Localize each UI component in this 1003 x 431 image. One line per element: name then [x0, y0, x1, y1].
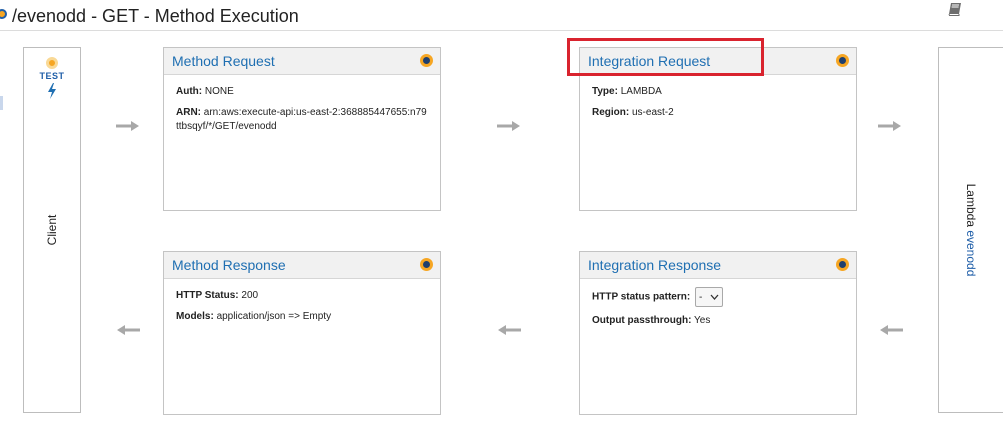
region-label: Region:	[592, 107, 630, 118]
page-title: /evenodd - GET - Method Execution	[12, 6, 299, 26]
models-value: application/json => Empty	[216, 311, 332, 322]
panel-body: Type: LAMBDA Region: us-east-2	[580, 75, 856, 120]
passthrough-row: Output passthrough: Yes	[592, 314, 844, 328]
status-pattern-value: -	[698, 292, 703, 303]
status-dot-icon[interactable]	[836, 54, 849, 67]
type-row: Type: LAMBDA	[592, 85, 844, 99]
status-dot-icon	[46, 57, 58, 69]
region-value: us-east-2	[632, 107, 674, 118]
lambda-prefix: Lambda	[964, 183, 978, 231]
lightning-bolt-icon	[48, 83, 56, 99]
integration-response-panel: Integration Response HTTP status pattern…	[579, 251, 857, 415]
type-value: LAMBDA	[620, 86, 662, 97]
arn-label: ARN:	[176, 107, 201, 118]
lambda-label: Lambda evenodd	[964, 184, 978, 277]
method-request-link[interactable]: Method Request	[172, 53, 275, 69]
http-status-label: HTTP Status:	[176, 290, 239, 301]
status-dot-icon[interactable]	[836, 258, 849, 271]
lambda-box: Lambda evenodd	[938, 47, 1003, 413]
status-pattern-row: HTTP status pattern: -	[592, 287, 844, 307]
client-label: Client	[45, 214, 59, 246]
arrow-left-icon	[880, 325, 903, 335]
resource-dot-icon	[0, 9, 7, 19]
arrow-left-icon	[498, 325, 521, 335]
status-dot-icon[interactable]	[420, 258, 433, 271]
status-dot-icon[interactable]	[420, 54, 433, 67]
auth-row: Auth: NONE	[176, 85, 428, 99]
models-label: Models:	[176, 311, 214, 322]
title-bar: /evenodd - GET - Method Execution	[0, 0, 1003, 34]
chevron-down-icon	[710, 294, 719, 300]
method-response-panel: Method Response HTTP Status: 200 Models:…	[163, 251, 441, 415]
status-pattern-select[interactable]: -	[694, 287, 723, 307]
integration-response-link[interactable]: Integration Response	[588, 257, 721, 273]
panel-body: HTTP Status: 200 Models: application/jso…	[164, 279, 440, 324]
arrow-left-icon	[117, 325, 140, 335]
models-row: Models: application/json => Empty	[176, 310, 428, 324]
method-request-panel: Method Request Auth: NONE ARN: arn:aws:e…	[163, 47, 441, 211]
book-icon[interactable]	[947, 2, 963, 16]
highlight-box	[567, 38, 764, 76]
arn-value: arn:aws:execute-api:us-east-2:3688854476…	[176, 107, 427, 132]
panel-body: Auth: NONE ARN: arn:aws:execute-api:us-e…	[164, 75, 440, 134]
test-button[interactable]: TEST	[24, 57, 80, 99]
panel-header: Integration Response	[580, 252, 856, 279]
region-row: Region: us-east-2	[592, 106, 844, 120]
method-execution-view: /evenodd - GET - Method Execution TEST C…	[0, 0, 1003, 431]
title-divider	[0, 30, 1003, 31]
status-pattern-label: HTTP status pattern:	[592, 291, 691, 303]
auth-value: NONE	[204, 86, 234, 97]
http-status-row: HTTP Status: 200	[176, 289, 428, 303]
method-response-link[interactable]: Method Response	[172, 257, 286, 273]
panel-header: Method Request	[164, 48, 440, 75]
passthrough-label: Output passthrough:	[592, 315, 692, 326]
left-edge-marker	[0, 96, 3, 110]
arn-row: ARN: arn:aws:execute-api:us-east-2:36888…	[176, 106, 428, 134]
http-status-value: 200	[241, 290, 259, 301]
arrow-right-icon	[497, 121, 520, 131]
client-box: TEST Client	[23, 47, 81, 413]
passthrough-value: Yes	[694, 315, 711, 326]
type-label: Type:	[592, 86, 618, 97]
arrow-right-icon	[878, 121, 901, 131]
auth-label: Auth:	[176, 86, 203, 97]
panel-header: Method Response	[164, 252, 440, 279]
lambda-function-link[interactable]: evenodd	[964, 230, 978, 276]
panel-body: HTTP status pattern: - Output passthroug…	[580, 279, 856, 328]
test-label: TEST	[39, 71, 65, 81]
arrow-right-icon	[116, 121, 139, 131]
